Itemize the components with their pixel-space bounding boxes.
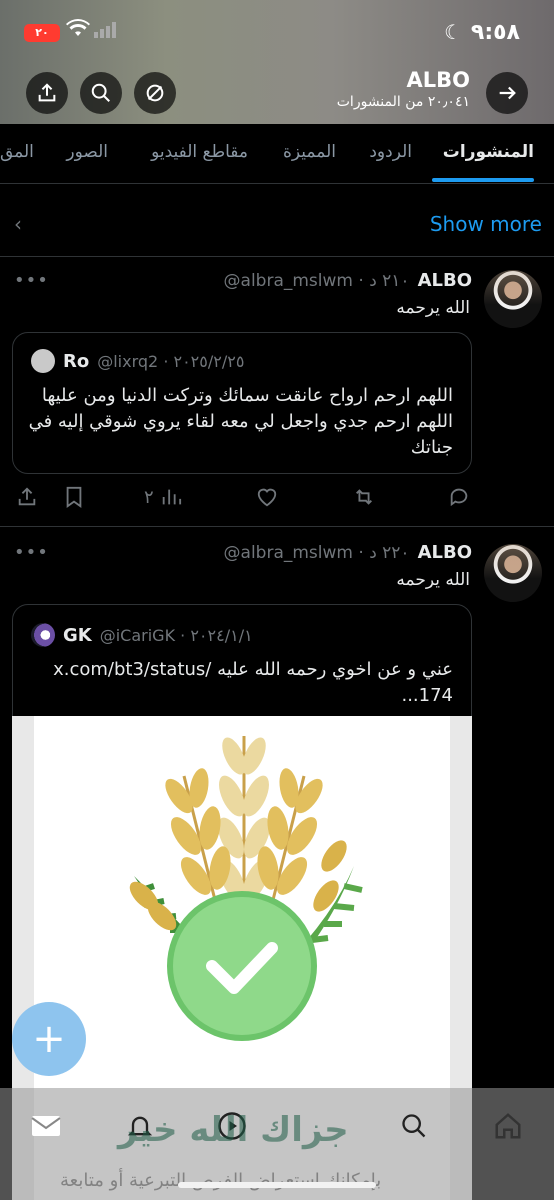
compose-button[interactable]: + [12, 1002, 86, 1076]
bookmark-action[interactable] [64, 486, 84, 513]
mute-icon [146, 84, 164, 102]
image-caption-title: جزاك الله خير [118, 1110, 349, 1150]
post-handle: @albra_mslwm · ٢٢٠ د [223, 543, 410, 563]
bookmark-icon [66, 486, 82, 508]
views-action[interactable]: ٢ [144, 486, 182, 508]
tab-media[interactable]: المق [0, 142, 34, 162]
avatar[interactable] [484, 270, 542, 328]
search-button[interactable] [80, 72, 122, 114]
quote-avatar [31, 623, 55, 647]
check-badge [167, 891, 317, 1041]
tab-highlights[interactable]: المميزة [283, 142, 336, 162]
more-options-icon[interactable]: ••• [14, 270, 49, 291]
share-icon [18, 487, 36, 506]
back-arrow-icon [499, 86, 516, 100]
nav-search[interactable] [394, 1106, 434, 1146]
compose-icon: + [32, 1016, 66, 1062]
post-author[interactable]: ALBO [418, 542, 472, 563]
search-icon [402, 1114, 426, 1138]
divider [0, 526, 554, 527]
nav-messages[interactable] [26, 1106, 66, 1146]
quote-handle: @lixrq2 · ٢٠٢٥/٢/٢٥ [97, 351, 245, 371]
avatar[interactable] [484, 544, 542, 602]
post-handle: @albra_mslwm · ٢١٠ د [223, 271, 410, 291]
share-button[interactable] [26, 72, 68, 114]
views-count: ٢ [144, 486, 154, 508]
divider [0, 256, 554, 257]
home-indicator [178, 1182, 376, 1188]
quote-author: GK [63, 624, 92, 646]
show-more-link[interactable]: Show more [430, 212, 542, 236]
post-header: @albra_mslwm · ٢٢٠ د ALBO [224, 542, 472, 563]
more-options-icon[interactable]: ••• [14, 542, 49, 563]
home-icon [495, 1113, 521, 1139]
post-text: الله يرحمه [396, 570, 470, 590]
retweet-action[interactable] [352, 486, 376, 513]
back-button[interactable] [486, 72, 528, 114]
quote-author: Ro [63, 350, 90, 372]
nav-home[interactable] [488, 1106, 528, 1146]
chevron-left-icon[interactable]: ‹ [14, 212, 22, 236]
retweet-icon [356, 489, 372, 505]
clock: ٩:٥٨ [470, 20, 520, 45]
tab-photos[interactable]: الصور [66, 142, 108, 162]
share-icon [38, 83, 56, 102]
quote-avatar [31, 349, 55, 373]
search-icon [91, 83, 110, 102]
profile-tabs: المنشورات الردود المميزة مقاطع الفيديو ا… [0, 124, 554, 184]
status-bar: ٢٠ ☾ ٩:٥٨ [0, 16, 554, 50]
profile-name: ALBO [406, 68, 471, 92]
tab-videos[interactable]: مقاطع الفيديو [151, 142, 248, 162]
tab-indicator [432, 178, 534, 182]
mail-icon [31, 1116, 61, 1136]
reply-icon [450, 488, 468, 507]
quote-text: عني و عن اخوي رحمه الله عليه /x.com/bt3/… [53, 659, 453, 706]
moon-icon: ☾ [444, 20, 462, 44]
wifi-icon [66, 18, 90, 43]
battery-indicator: ٢٠ [24, 24, 60, 42]
post-author[interactable]: ALBO [418, 270, 472, 291]
like-icon [257, 488, 277, 507]
views-icon [162, 489, 181, 505]
post-header: @albra_mslwm · ٢١٠ د ALBO [224, 270, 472, 291]
grok-button[interactable] [134, 72, 176, 114]
tab-replies[interactable]: الردود [369, 142, 412, 162]
reply-action[interactable] [448, 486, 470, 513]
like-action[interactable] [256, 486, 278, 513]
quote-text: اللهم ارحم ارواح عانقت سمائك وتركت الدني… [28, 385, 453, 458]
tab-posts[interactable]: المنشورات [443, 142, 534, 162]
post-text: الله يرحمه [396, 298, 470, 318]
post-count: ٢٠٫٠٤١ من المنشورات [336, 94, 470, 110]
share-action[interactable] [16, 486, 38, 513]
quote-handle: @iCariGK · ٢٠٢٤/١/١ [99, 625, 253, 645]
quoted-post[interactable]: Ro @lixrq2 · ٢٠٢٥/٢/٢٥ اللهم ارحم ارواح … [12, 332, 472, 474]
signal-icon [94, 22, 116, 42]
